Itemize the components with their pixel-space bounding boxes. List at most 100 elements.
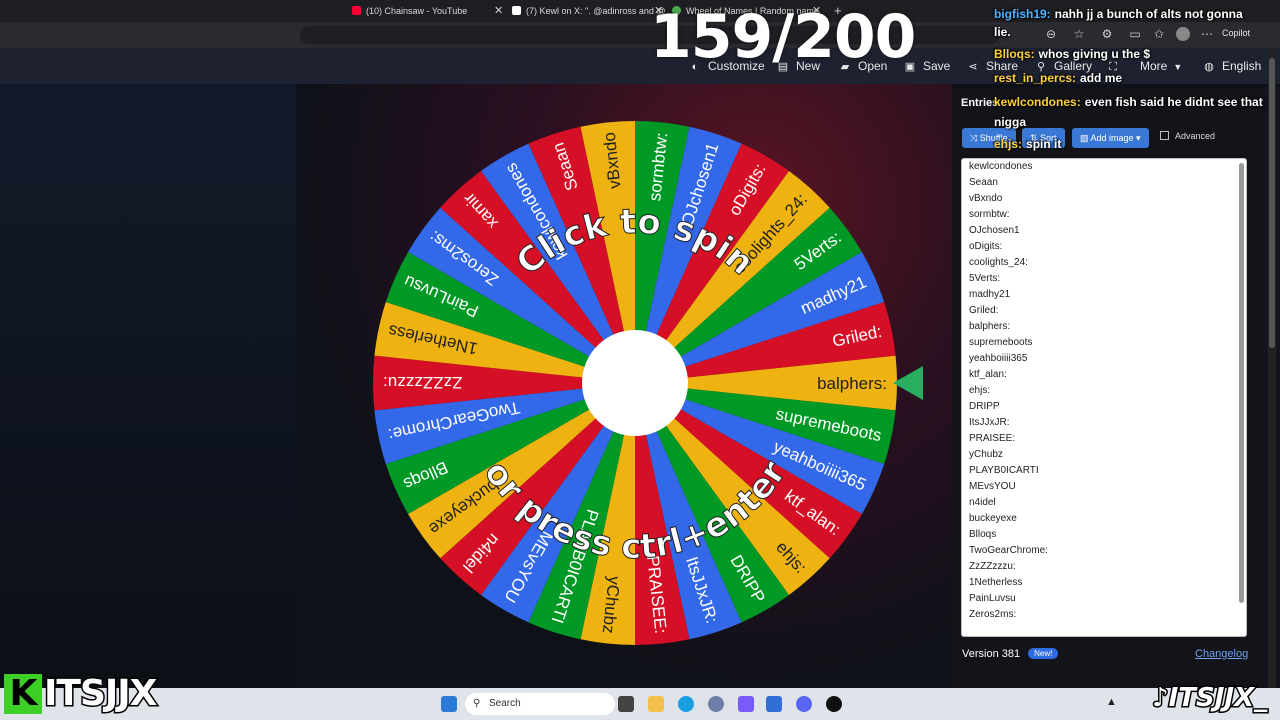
entry-item: Seaan [969,177,998,188]
browser-tab-youtube[interactable]: (10) Chainsaw - YouTube [352,3,467,19]
tab-entries[interactable]: Entries [961,97,998,109]
logo-k: K [4,674,42,714]
windows-start-icon[interactable] [441,696,457,712]
star-icon[interactable]: ☆ [1072,27,1086,41]
entry-item: Zeros2ms: [969,609,1017,620]
chat-message: rest_in_percs: add me [994,70,1122,86]
entry-item: PLAYB0ICARTI [969,465,1039,476]
changelog-link[interactable]: Changelog [1195,648,1248,660]
chat-text: whos giving u the $ [1038,47,1151,61]
address-bar-row [0,22,1280,48]
task-view-icon[interactable] [618,696,634,712]
tab-label: (10) Chainsaw - YouTube [366,6,468,16]
copilot-button[interactable]: Copilot [1222,28,1250,38]
extensions-icon[interactable]: ⚙ [1100,27,1114,41]
entry-item: madhy21 [969,289,1011,300]
share-icon: ⋖ [968,61,978,73]
x-icon [512,6,521,15]
entry-item: vBxndo [969,193,1003,204]
advanced-checkbox[interactable]: Advanced [1160,131,1215,141]
entry-item: PainLuvsu [969,593,1016,604]
chevron-down-icon: ▼ [1173,62,1183,72]
entry-item: OJchosen1 [969,225,1020,236]
logo-text: ITSJJX [42,672,158,716]
advanced-label: Advanced [1175,131,1216,141]
checkbox-box [1160,131,1169,140]
chevron-up-icon[interactable]: ▲ [1106,696,1122,712]
wheel-graphic[interactable]: balphers:supremebootsyeahboiiii365ktf_al… [370,118,900,648]
split-icon[interactable]: ▭ [1128,27,1142,41]
entry-item: yeahboiiii365 [969,353,1028,364]
entry-item: sormbtw: [969,209,1010,220]
streamer-logo-right: ♪ITSJJX_ [1151,682,1269,715]
entry-item: 5Verts: [969,273,1001,284]
entry-item: supremeboots [969,337,1033,348]
chat-text: add me [1080,71,1123,85]
page-scrollbar-thumb[interactable] [1269,58,1275,348]
store-icon[interactable] [766,696,782,712]
entry-item: ZzZZzzzu: [969,561,1016,572]
edge-icon[interactable] [678,696,694,712]
entry-item: ehjs: [969,385,991,396]
spin-counter: 159/200 [650,2,916,72]
chat-message: lie. [994,24,1011,40]
chat-message: ehjs: spin it [994,136,1061,152]
shuffle-icon: ⤨ [970,133,980,143]
chat-message: nigga [994,114,1026,130]
wheel-segment-label: ZzZZzzzu: [383,373,462,392]
profile-avatar[interactable] [1176,27,1190,41]
taskbar-search-label: Search [489,698,521,709]
entry-item: 1Netherless [969,577,1023,588]
entries-textarea[interactable]: kewlcondones Seaan vBxndo sormbtw: OJchosen1… [961,158,1247,637]
tiktok-icon: ♪ [1151,682,1171,715]
wheel-center[interactable] [582,330,688,436]
page-scrollbar[interactable] [1268,48,1276,688]
add-image-button[interactable]: ▧ Add image ▾ [1072,128,1149,148]
obs-icon[interactable] [826,696,842,712]
chat-username: Blloqs: [994,47,1035,61]
entry-item: DRIPP [969,401,1000,412]
taskbar-search[interactable]: ⚲ Search [465,693,615,715]
globe-icon: ◍ [1204,61,1214,73]
chat-username: rest_in_percs: [994,71,1077,85]
chat-username: kewlcondones: [994,95,1081,109]
add-image-label: Add image [1090,133,1134,143]
streamer-logo-left: K ITSJJX [4,672,159,717]
chat-message: bigfish19: nahh jj a bunch of alts not go… [994,6,1243,22]
menu-icon[interactable]: ⋯ [1200,27,1214,41]
taskbar [0,688,1280,720]
entry-item: n4idel [969,497,996,508]
view-icon[interactable]: ⊖ [1044,27,1058,41]
chat-username: ehjs: [994,137,1023,151]
chat-text: nigga [994,115,1026,129]
file-explorer-icon[interactable] [648,696,664,712]
favorites-icon[interactable]: ✩ [1152,27,1166,41]
entry-item: Blloqs [969,529,997,540]
entry-item: kewlcondones [969,161,1033,172]
new-badge: New! [1028,648,1059,659]
close-icon[interactable]: ✕ [494,4,503,18]
youtube-icon [352,6,361,15]
chat-text: lie. [994,25,1011,39]
search-icon: ⚲ [473,698,481,709]
chat-username: bigfish19: [994,7,1051,21]
chat-text: nahh jj a bunch of alts not gonna [1054,7,1243,21]
wheel[interactable]: balphers: supremeboots yeahboiiii365 ktf_al… [370,118,900,648]
language-button[interactable]: ◍ English [1202,56,1261,76]
wheel-pointer [893,366,923,400]
entry-item: buckeyexe [969,513,1017,524]
browser-tab-x[interactable]: (7) Kewl on X: ". @adinross and @ [512,3,666,19]
app-icon[interactable] [738,696,754,712]
image-icon: ▧ [1080,133,1091,143]
entry-item: MEvsYOU [969,481,1016,492]
app-icon[interactable] [708,696,724,712]
entries-scrollbar[interactable] [1239,163,1244,603]
discord-icon[interactable] [796,696,812,712]
entry-item: ktf_alan: [969,369,1007,380]
tab-label: (7) Kewl on X: ". @adinross and @ [526,6,666,16]
entry-item: PRAISEE: [969,433,1016,444]
page-left-area [0,84,296,688]
entry-item: oDigits: [969,241,1003,252]
entries-list: kewlcondones Seaan vBxndo sormbtw: OJchosen1… [962,159,1246,623]
save-label: Save [923,59,951,73]
